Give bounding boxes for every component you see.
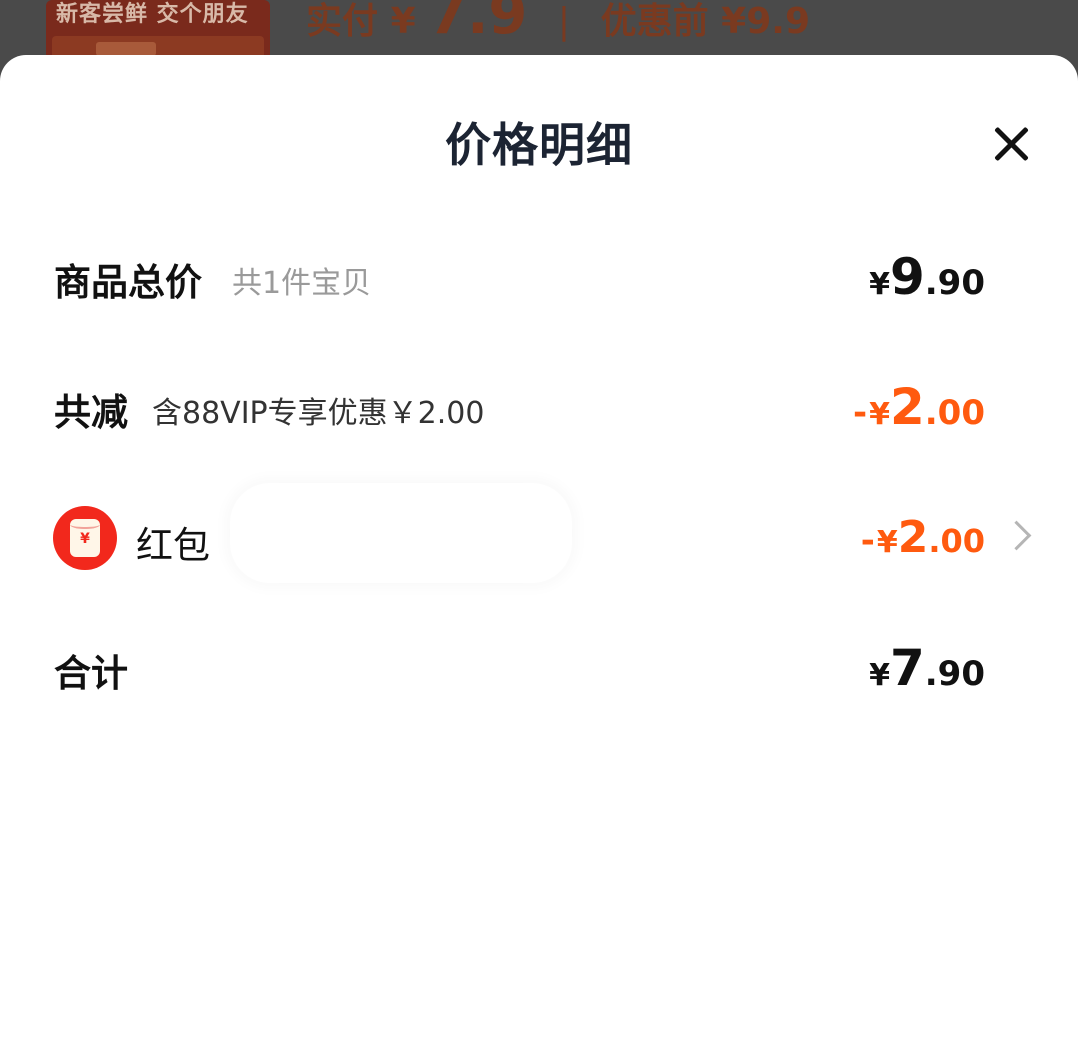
minus-sign: -: [852, 393, 868, 433]
paid-value: 7.9: [428, 0, 528, 47]
discount-label: 共减: [54, 391, 128, 434]
red-packet-amount: -¥2.00: [861, 503, 985, 588]
red-packet-row[interactable]: ¥ 红包 -¥2.00: [0, 483, 1078, 583]
amount-decimal: .90: [924, 654, 985, 694]
original-value: ¥9.9: [721, 1, 810, 42]
background-price-summary: 实付 ¥ 7.9 | 优惠前 ¥9.9: [306, 0, 810, 47]
red-packet-icon: ¥: [53, 506, 117, 570]
discount-row: 共减 含88VIP专享优惠￥2.00 -¥2.00: [0, 372, 1078, 442]
redacted-area: [230, 483, 572, 583]
original-label: 优惠前: [600, 1, 709, 42]
goods-total-amount: ¥9.90: [869, 242, 985, 324]
paid-currency: ¥: [390, 1, 416, 42]
currency-symbol: ¥: [869, 267, 890, 302]
total-label: 合计: [54, 652, 128, 695]
goods-total-row: 商品总价 共1件宝贝 ¥9.90: [0, 242, 1078, 312]
total-amount: ¥7.90: [869, 633, 985, 715]
amount-integer: 2: [889, 378, 925, 436]
price-detail-sheet: 价格明细 商品总价 共1件宝贝 ¥9.90 共减 含88VIP专享优惠￥2.00…: [0, 55, 1078, 1063]
amount-decimal: .90: [924, 263, 985, 303]
discount-detail-text: 含88VIP专享优惠￥2.00: [152, 396, 485, 431]
amount-integer: 2: [897, 512, 929, 563]
total-row: 合计 ¥7.90: [0, 633, 1078, 703]
amount-integer: 7: [889, 639, 925, 697]
amount-decimal: .00: [928, 522, 985, 560]
discount-amount: -¥2.00: [853, 372, 985, 454]
price-separator: |: [557, 1, 571, 42]
red-packet-label: 红包: [136, 524, 210, 567]
goods-count-text: 共1件宝贝: [232, 266, 372, 301]
yen-glyph: ¥: [80, 531, 90, 547]
sheet-title: 价格明细: [445, 118, 633, 172]
close-icon[interactable]: [988, 121, 1034, 167]
amount-decimal: .00: [924, 393, 985, 433]
currency-symbol: ¥: [869, 658, 890, 693]
goods-total-label: 商品总价: [54, 261, 202, 304]
paid-label: 实付: [306, 1, 379, 42]
amount-integer: 9: [889, 248, 925, 306]
minus-sign: -: [860, 521, 875, 561]
currency-symbol: ¥: [876, 525, 898, 560]
chevron-right-icon[interactable]: [1001, 520, 1032, 551]
thumbnail-banner-text: 新客尝鲜 交个朋友: [56, 2, 249, 27]
currency-symbol: ¥: [869, 397, 890, 432]
envelope-shape: ¥: [70, 519, 100, 557]
